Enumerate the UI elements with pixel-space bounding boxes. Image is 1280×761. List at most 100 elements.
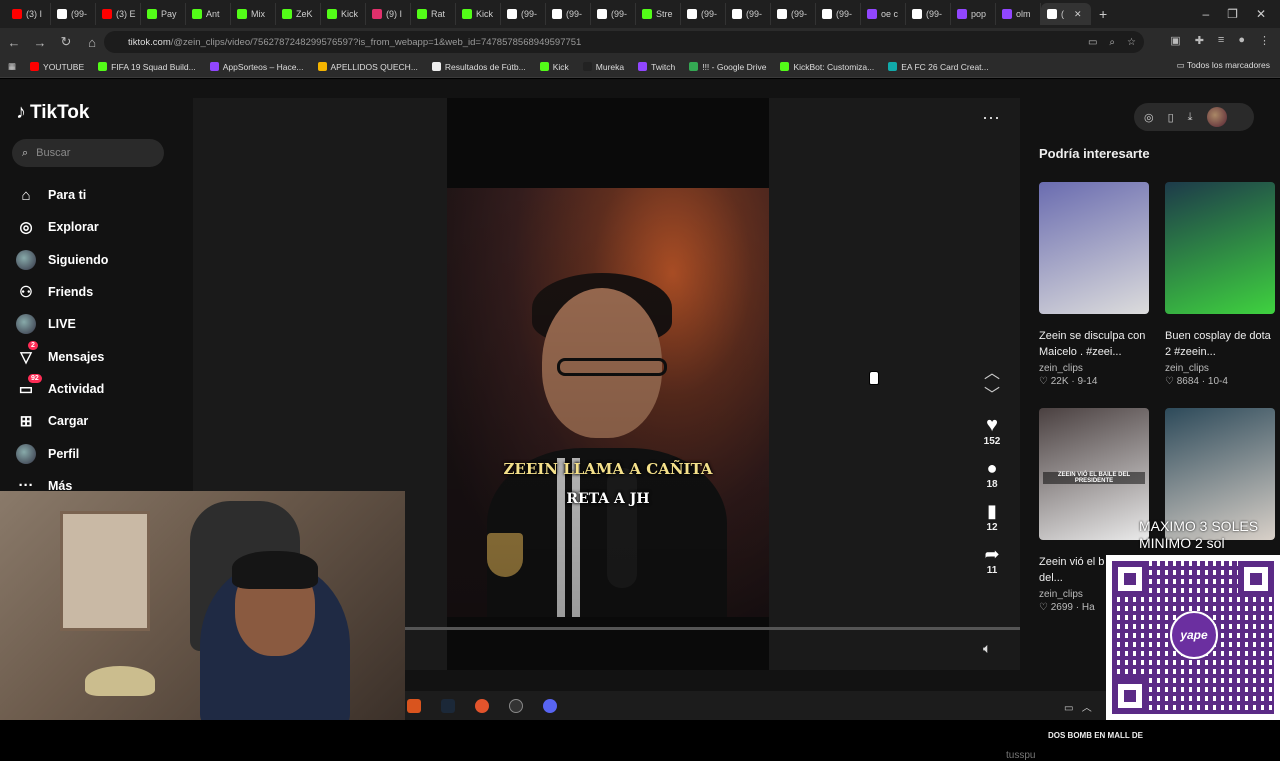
user-avatar[interactable] [1206, 107, 1227, 127]
browser-tab[interactable]: pop [951, 3, 996, 25]
app-icon[interactable] [509, 698, 523, 713]
video-progress-bar[interactable] [405, 627, 1020, 630]
bookmark-icon[interactable]: ▮ [987, 500, 997, 522]
cast-icon[interactable]: ▭ [1088, 37, 1097, 48]
share-icon[interactable]: ➦ [984, 543, 999, 565]
browser-tab[interactable]: (✕ [1041, 3, 1091, 25]
video-thumbnail[interactable] [1039, 182, 1149, 314]
bookmark-item[interactable]: Kick [539, 62, 569, 72]
browser-tab[interactable]: Rat [411, 3, 456, 25]
browser-tab[interactable]: (3) E [96, 3, 141, 25]
sidebar-item-perfil[interactable]: Perfil [16, 437, 108, 469]
zoom-icon[interactable]: ⌕ [1109, 37, 1115, 48]
tab-label: (99- [611, 9, 628, 19]
browser-tab[interactable]: oe c [861, 3, 906, 25]
browser-tab[interactable]: (9) I [366, 3, 411, 25]
browser-tab[interactable]: Ant [186, 3, 231, 25]
browser-tab[interactable]: (99- [771, 3, 816, 25]
browser-tab[interactable]: Pay [141, 3, 186, 25]
reload-icon[interactable]: ↻ [54, 34, 78, 50]
device-icon[interactable]: ▯ [1168, 111, 1174, 124]
forward-icon[interactable]: → [28, 35, 52, 50]
search-input[interactable]: ⌕ Buscar [12, 139, 164, 167]
bookmark-item[interactable]: KickBot: Customiza... [780, 62, 874, 72]
tab-label: (99- [746, 9, 763, 19]
minimize-button[interactable]: – [1202, 7, 1209, 21]
close-tab-icon[interactable]: ✕ [1074, 9, 1082, 20]
download-icon[interactable]: ⤓ [1188, 111, 1193, 124]
app-icon[interactable] [475, 698, 489, 713]
bookmark-item[interactable]: !!! - Google Drive [689, 62, 766, 72]
like-heart-icon[interactable]: ♥ [986, 414, 998, 436]
bookmark-item[interactable]: EA FC 26 Card Creat... [888, 62, 989, 72]
video-username[interactable]: zein_clips [1039, 363, 1151, 374]
sidebar-item-friends[interactable]: ⚇ Friends [16, 276, 108, 308]
browser-tab[interactable]: ZeK [276, 3, 321, 25]
apps-icon[interactable]: ▦ [8, 61, 16, 72]
sidebar-item-mensajes[interactable]: ▽ 2 Mensajes [16, 340, 108, 372]
bookmark-item[interactable]: FIFA 19 Squad Build... [98, 62, 196, 72]
all-bookmarks[interactable]: ▭ Todos los marcadores [1177, 60, 1270, 71]
sidebar-item-siguiendo[interactable]: Siguiendo [16, 244, 108, 276]
extension-icon[interactable]: ▣ [1170, 34, 1180, 47]
browser-tab[interactable]: (99- [546, 3, 591, 25]
more-options-icon[interactable]: ⋯ [982, 108, 1000, 129]
browser-tab[interactable]: (99- [726, 3, 771, 25]
app-icon[interactable] [407, 698, 421, 713]
menu-icon[interactable]: ⋮ [1259, 34, 1270, 47]
bookmark-favicon-icon [689, 62, 699, 71]
bookmark-item[interactable]: Resultados de Fútb... [431, 62, 526, 72]
back-icon[interactable]: ← [2, 35, 26, 50]
sidebar-item-cargar[interactable]: ⊞ Cargar [16, 405, 108, 437]
steam-icon[interactable] [441, 698, 455, 713]
previous-video-icon[interactable]: ︿ [984, 360, 1000, 382]
sidebar-item-label: LIVE [48, 317, 76, 332]
browser-tab[interactable]: (99- [51, 3, 96, 25]
browser-tab[interactable]: Kick [321, 3, 366, 25]
sidebar-item-actividad[interactable]: ▭ 92 Actividad [16, 373, 108, 405]
close-window-button[interactable]: ✕ [1256, 7, 1266, 21]
coin-icon[interactable]: ◎ [1144, 111, 1154, 124]
browser-tab[interactable]: (99- [501, 3, 546, 25]
browser-tab[interactable]: (99- [906, 3, 951, 25]
browser-tab[interactable]: (3) I [6, 3, 51, 25]
bookmark-item[interactable]: Twitch [638, 62, 675, 72]
comment-icon[interactable]: ● [987, 457, 998, 479]
profile-icon[interactable]: ● [1238, 34, 1245, 47]
friends-icon: ⚇ [19, 284, 33, 302]
video-thumbnail[interactable] [1165, 182, 1275, 314]
sidebar-item-para-ti[interactable]: ⌂ Para ti [16, 179, 108, 211]
tiktok-logo[interactable]: ♪ TikTok [16, 101, 89, 124]
recommended-video-card[interactable]: Zeein se disculpa con Maicelo . #zeei...… [1039, 182, 1151, 387]
bookmark-star-icon[interactable]: ☆ [1127, 37, 1136, 48]
browser-tab[interactable]: Stre [636, 3, 681, 25]
video-thumbnail[interactable]: ZEEIN VIÓ EL BAILE DEL PRESIDENTE [1039, 408, 1149, 540]
bookmark-item[interactable]: AppSorteos – Hace... [209, 62, 304, 72]
tiktok-note-icon: ♪ [16, 101, 26, 123]
bookmark-item[interactable]: YOUTUBE [30, 62, 84, 72]
url-field[interactable]: tiktok.com/@zein_clips/video/75627872482… [104, 31, 1144, 53]
sidebar-item-explorar[interactable]: ◎ Explorar [16, 211, 108, 243]
app-icon[interactable] [543, 698, 557, 713]
video-title[interactable]: Zeein se disculpa con Maicelo . #zeei... [1039, 328, 1151, 360]
media-icon[interactable]: ≡ [1218, 34, 1224, 47]
browser-tab[interactable]: Kick [456, 3, 501, 25]
bookmark-item[interactable]: Mureka [582, 62, 624, 72]
browser-tab[interactable]: (99- [816, 3, 861, 25]
new-tab-button[interactable]: + [1099, 6, 1107, 22]
video-player[interactable]: ZEEIN LLAMA A CAÑITA RETA A JH [447, 188, 769, 617]
video-title[interactable]: Buen cosplay de dota 2 #zeein... [1165, 328, 1277, 360]
bookmark-item[interactable]: APELLIDOS QUECH... [317, 62, 418, 72]
home-icon[interactable]: ⌂ [80, 35, 104, 50]
next-video-icon[interactable]: ﹀ [984, 382, 1000, 404]
puzzle-icon[interactable]: ✚ [1195, 34, 1204, 47]
recommended-video-card[interactable]: Buen cosplay de dota 2 #zeein... zein_cli… [1165, 182, 1277, 387]
browser-tab[interactable]: Mix [231, 3, 276, 25]
browser-tab[interactable]: (99- [681, 3, 726, 25]
browser-tab[interactable]: olm [996, 3, 1041, 25]
maximize-button[interactable]: ❐ [1227, 7, 1238, 21]
volume-icon[interactable]: 🔈︎ [983, 640, 991, 657]
browser-tab[interactable]: (99- [591, 3, 636, 25]
video-username[interactable]: zein_clips [1165, 363, 1277, 374]
sidebar-item-live[interactable]: LIVE [16, 308, 108, 340]
